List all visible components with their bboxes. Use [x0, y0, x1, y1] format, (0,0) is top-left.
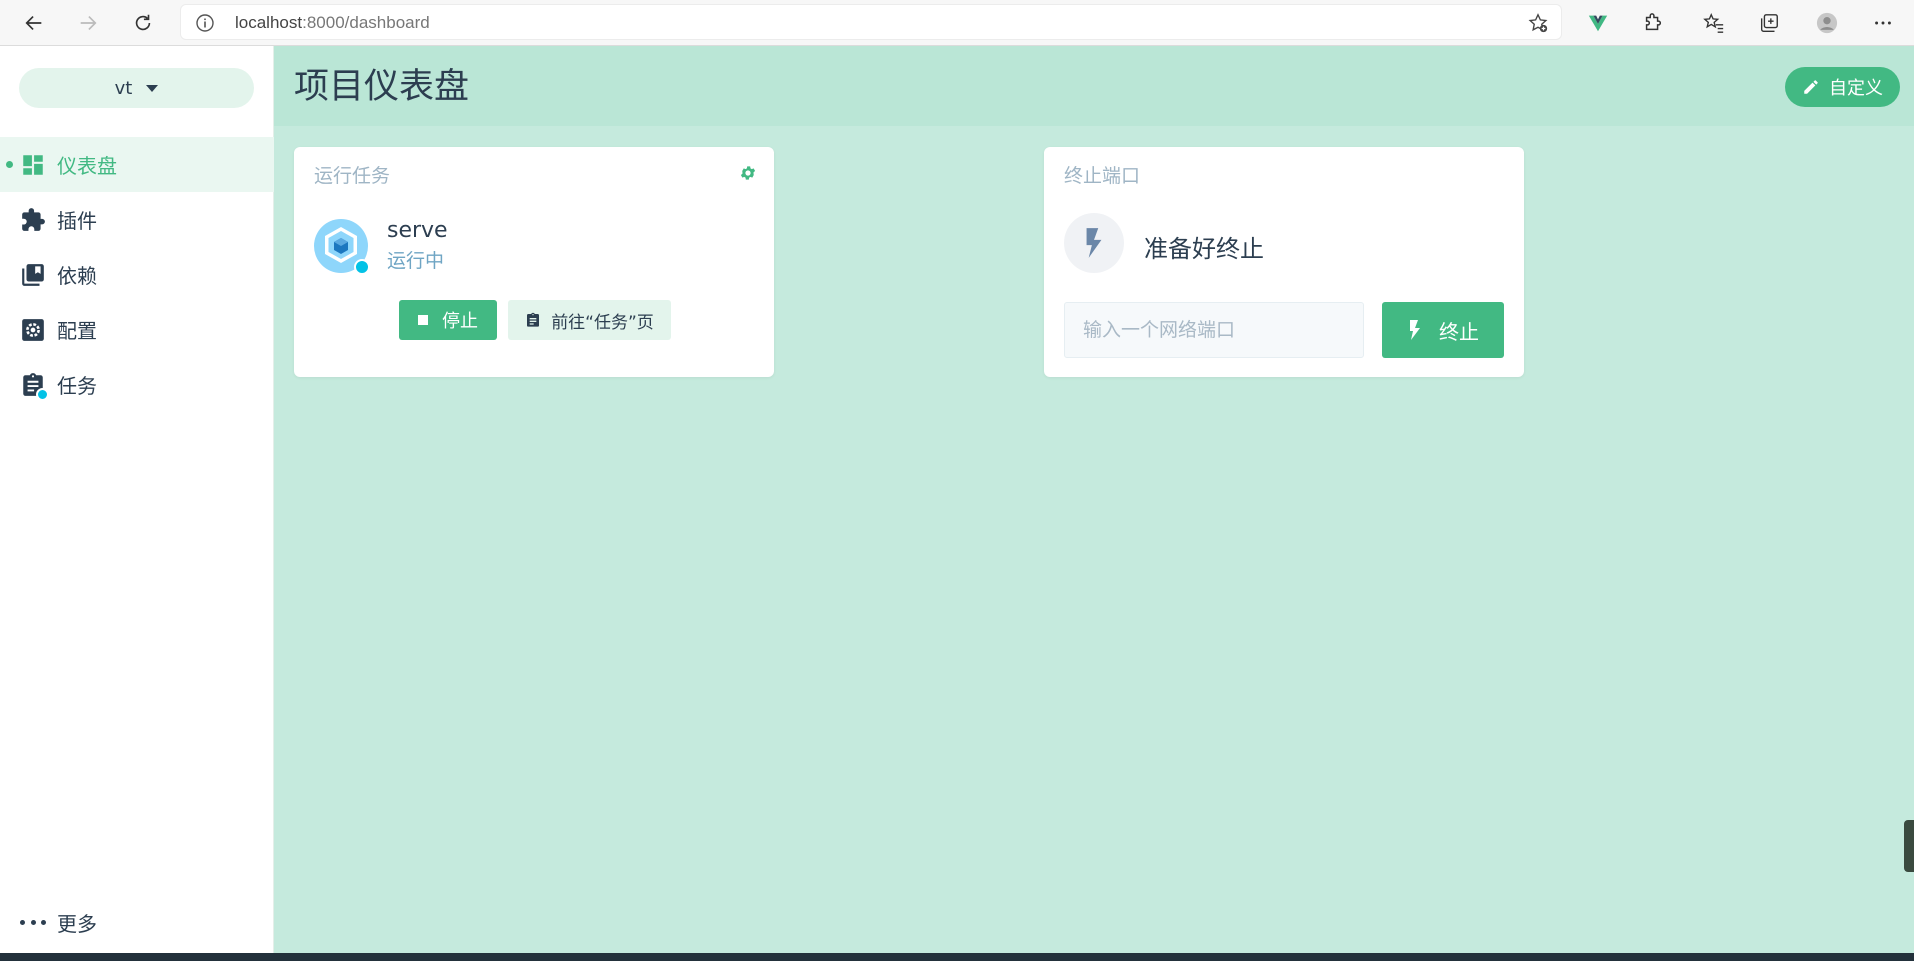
address-bar[interactable]: localhost:8000/dashboard	[180, 4, 1562, 40]
task-status: 运行中	[387, 250, 445, 272]
widget-title: 终止端口	[1064, 165, 1141, 187]
gear-icon[interactable]	[739, 164, 757, 182]
puzzle-icon	[20, 207, 46, 233]
back-icon[interactable]	[17, 6, 51, 40]
sidebar-item-dependencies[interactable]: 依赖	[0, 247, 274, 302]
stop-label: 停止	[442, 311, 478, 332]
sidebar-item-tasks[interactable]: 任务	[0, 357, 274, 412]
browser-toolbar: localhost:8000/dashboard	[0, 0, 1914, 46]
page-title: 项目仪表盘	[294, 67, 470, 107]
flash-icon	[1064, 213, 1124, 273]
kill-button[interactable]: 终止	[1382, 302, 1504, 358]
running-status-dot	[354, 259, 370, 275]
dashboard-icon	[20, 152, 46, 178]
profile-avatar-icon[interactable]	[1810, 6, 1844, 40]
task-name: serve	[387, 218, 448, 243]
sidebar-item-label: 任务	[57, 374, 97, 398]
stop-icon	[418, 315, 428, 325]
customize-label: 自定义	[1829, 78, 1883, 99]
bottom-status-bar	[0, 953, 1914, 961]
add-favorite-icon[interactable]	[1527, 12, 1549, 34]
sidebar-item-label: 仪表盘	[57, 154, 117, 178]
webpack-logo-icon	[314, 219, 370, 275]
customize-button[interactable]: 自定义	[1785, 67, 1900, 107]
clipboard-icon	[20, 372, 49, 401]
vue-devtools-icon[interactable]	[1581, 6, 1615, 40]
running-status-dot	[36, 387, 49, 401]
sidebar: vt 仪表盘 插件 依赖 配置 任务 更多	[0, 46, 274, 953]
more-label: 更多	[57, 911, 97, 936]
caret-down-icon	[146, 84, 159, 92]
url-text: localhost:8000/dashboard	[235, 13, 430, 32]
sidebar-item-label: 配置	[57, 319, 97, 343]
active-indicator	[6, 161, 13, 168]
kill-status: 准备好终止	[1144, 235, 1264, 263]
refresh-icon[interactable]	[126, 6, 160, 40]
kill-port-widget: 终止端口 准备好终止 终止	[1044, 147, 1524, 377]
sidebar-item-dashboard[interactable]: 仪表盘	[0, 137, 274, 192]
run-task-widget: 运行任务 serve 运行中 停止 前往“任务”页	[294, 147, 774, 377]
sidebar-item-label: 插件	[57, 209, 97, 233]
widget-title: 运行任务	[314, 165, 391, 187]
pencil-icon	[1804, 80, 1818, 94]
collections-icon[interactable]	[1752, 6, 1786, 40]
extensions-icon[interactable]	[1636, 6, 1670, 40]
stop-button[interactable]: 停止	[399, 300, 497, 340]
sidebar-item-configuration[interactable]: 配置	[0, 302, 274, 357]
kill-label: 终止	[1439, 319, 1479, 344]
project-select[interactable]: vt	[19, 68, 254, 108]
main-content: 项目仪表盘 自定义 运行任务 serve 运行中 停止 前往“任务”页 终止端口…	[274, 46, 1914, 953]
more-menu-icon[interactable]	[1866, 6, 1900, 40]
clipboard-icon	[527, 312, 540, 327]
favorites-icon[interactable]	[1697, 6, 1731, 40]
sidebar-item-plugins[interactable]: 插件	[0, 192, 274, 247]
go-to-task-label: 前往“任务”页	[551, 312, 654, 333]
forward-icon[interactable]	[71, 6, 105, 40]
library-books-icon	[20, 262, 46, 288]
info-icon[interactable]	[195, 13, 215, 33]
port-input[interactable]	[1064, 302, 1364, 358]
project-name: vt	[114, 77, 133, 99]
more-dots-icon	[20, 919, 46, 925]
sidebar-item-label: 依赖	[57, 264, 97, 288]
more-button[interactable]: 更多	[0, 902, 274, 942]
flash-icon	[1410, 320, 1420, 340]
settings-box-icon	[20, 317, 46, 343]
page-header: 项目仪表盘 自定义	[274, 46, 1914, 126]
side-panel-handle[interactable]	[1904, 820, 1914, 872]
go-to-task-button[interactable]: 前往“任务”页	[508, 300, 671, 340]
